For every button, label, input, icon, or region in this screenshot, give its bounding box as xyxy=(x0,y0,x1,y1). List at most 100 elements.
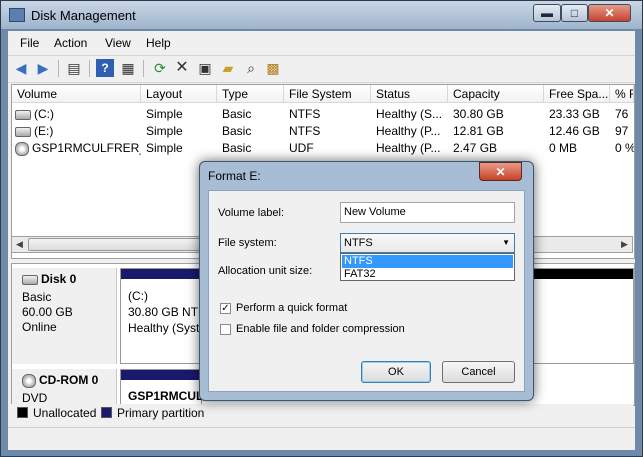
partition-color-bar xyxy=(121,269,201,279)
disk-type: Basic xyxy=(22,290,52,304)
refresh-icon[interactable]: ⟳ xyxy=(151,59,169,77)
partition-name: (C:) xyxy=(128,289,148,303)
cd-icon xyxy=(15,141,29,156)
partition-name: GSP1RMCULI xyxy=(128,389,201,403)
file-system-select[interactable]: NTFS ▼ xyxy=(340,233,515,253)
file-system-selected-value: NTFS xyxy=(344,237,373,249)
find-icon[interactable]: ⌕ xyxy=(242,59,260,77)
partition-c[interactable]: (C:) 30.80 GB NTFS Healthy (Syste xyxy=(120,268,213,364)
help-icon[interactable]: ? xyxy=(96,59,114,77)
volume-status: Healthy (S... xyxy=(376,107,443,121)
compression-label[interactable]: Enable file and folder compression xyxy=(236,323,405,335)
volume-row[interactable]: GSP1RMCULFRER_... Simple Basic UDF Healt… xyxy=(12,140,634,157)
status-bar xyxy=(8,427,635,450)
volume-name: (C:) xyxy=(34,107,54,121)
column-header-free-space[interactable]: Free Spa... xyxy=(544,85,610,103)
volume-status: Healthy (P... xyxy=(376,141,441,155)
window-title: Disk Management xyxy=(31,8,136,23)
title-bar[interactable]: Disk Management ▬ □ ✕ xyxy=(1,1,642,29)
disk-management-icon xyxy=(9,8,25,22)
console-tree-icon[interactable]: ▤ xyxy=(65,59,83,77)
volume-layout: Simple xyxy=(146,124,183,138)
properties-sheet-icon[interactable]: ▣ xyxy=(196,59,214,77)
volume-percent-free: 97 xyxy=(615,124,629,138)
column-header-capacity[interactable]: Capacity xyxy=(448,85,544,103)
disk-type: DVD xyxy=(22,391,48,405)
column-header-percent-free[interactable]: % F xyxy=(610,85,634,103)
volume-name: GSP1RMCULFRER_... xyxy=(32,141,141,155)
volume-type: Basic xyxy=(222,107,252,121)
volume-type: Basic xyxy=(222,141,252,155)
allocation-unit-caption: Allocation unit size: xyxy=(218,265,313,277)
disk-name: CD-ROM 0 xyxy=(39,373,99,387)
toolbar-separator xyxy=(89,60,90,77)
quick-format-label[interactable]: Perform a quick format xyxy=(236,302,347,314)
volume-file-system: NTFS xyxy=(289,107,321,121)
dialog-close-button[interactable]: ✕ xyxy=(479,162,522,181)
ok-button[interactable]: OK xyxy=(361,361,431,383)
maximize-button[interactable]: □ xyxy=(561,4,588,22)
legend-swatch-primary xyxy=(101,407,112,418)
compression-checkbox[interactable] xyxy=(220,324,231,335)
properties-icon[interactable]: ▦ xyxy=(119,59,137,77)
volume-label-caption: Volume label: xyxy=(218,207,285,219)
chevron-down-icon[interactable]: ▼ xyxy=(502,234,510,252)
back-icon[interactable]: ◀ xyxy=(12,59,30,77)
forward-icon[interactable]: ▶ xyxy=(34,59,52,77)
volume-layout: Simple xyxy=(146,141,183,155)
volume-row[interactable]: (C:) Simple Basic NTFS Healthy (S... 30.… xyxy=(12,106,634,123)
menu-file[interactable]: File xyxy=(20,36,39,50)
delete-icon[interactable]: ✕ xyxy=(173,59,191,77)
drive-icon xyxy=(15,126,31,137)
file-system-option-ntfs[interactable]: NTFS xyxy=(342,255,513,268)
open-icon[interactable]: ▰ xyxy=(219,59,237,77)
column-header-file-system[interactable]: File System xyxy=(284,85,371,103)
volume-free-space: 23.33 GB xyxy=(549,107,600,121)
disk-0-info[interactable]: Disk 0 Basic 60.00 GB Online xyxy=(12,268,117,364)
toolbar: ◀ ▶ ▤ ? ▦ ⟳ ✕ ▣ ▰ ⌕ ▩ xyxy=(8,55,635,83)
volume-free-space: 0 MB xyxy=(549,141,578,155)
file-system-dropdown[interactable]: NTFS FAT32 xyxy=(340,253,515,281)
dialog-title: Format E: xyxy=(208,169,261,183)
column-header-layout[interactable]: Layout xyxy=(141,85,217,103)
scroll-right-icon[interactable]: ▶ xyxy=(617,238,632,251)
scroll-left-icon[interactable]: ◀ xyxy=(12,238,27,251)
cdrom-0-info[interactable]: CD-ROM 0 DVD xyxy=(12,369,117,405)
volume-capacity: 2.47 GB xyxy=(453,141,498,155)
column-header-volume[interactable]: Volume xyxy=(12,85,141,103)
volume-capacity: 12.81 GB xyxy=(453,124,504,138)
format-dialog: Format E: ✕ Volume label: New Volume Fil… xyxy=(199,161,534,401)
legend-swatch-unallocated xyxy=(17,407,28,418)
menu-view[interactable]: View xyxy=(105,36,131,50)
cancel-button[interactable]: Cancel xyxy=(442,361,515,383)
disk-icon xyxy=(22,274,38,285)
toolbar-separator xyxy=(143,60,144,77)
close-button[interactable]: ✕ xyxy=(588,4,631,22)
menu-bar: File Action View Help xyxy=(8,31,635,54)
menu-action[interactable]: Action xyxy=(54,36,87,50)
column-header-status[interactable]: Status xyxy=(371,85,448,103)
volume-type: Basic xyxy=(222,124,252,138)
volume-row[interactable]: (E:) Simple Basic NTFS Healthy (P... 12.… xyxy=(12,123,634,140)
volume-status: Healthy (P... xyxy=(376,124,441,138)
partition-cdrom[interactable]: GSP1RMCULI xyxy=(120,369,202,405)
column-header-type[interactable]: Type xyxy=(217,85,284,103)
volume-free-space: 12.46 GB xyxy=(549,124,600,138)
volume-capacity: 30.80 GB xyxy=(453,107,504,121)
volume-percent-free: 76 xyxy=(615,107,629,121)
legend: Unallocated Primary partition xyxy=(11,404,633,422)
menu-help[interactable]: Help xyxy=(146,36,171,50)
legend-label-unallocated: Unallocated xyxy=(33,406,97,420)
volume-label-input[interactable]: New Volume xyxy=(340,202,515,223)
disk-name: Disk 0 xyxy=(41,272,77,286)
minimize-button[interactable]: ▬ xyxy=(533,4,561,22)
file-system-option-fat32[interactable]: FAT32 xyxy=(342,268,513,281)
disk-size: 60.00 GB xyxy=(22,305,73,319)
legend-label-primary: Primary partition xyxy=(117,406,205,420)
file-system-caption: File system: xyxy=(218,237,277,249)
volume-file-system: NTFS xyxy=(289,124,321,138)
disk-management-window: Disk Management ▬ □ ✕ File Action View H… xyxy=(0,0,643,457)
toolbar-separator xyxy=(58,60,59,77)
settings-icon[interactable]: ▩ xyxy=(264,59,282,77)
quick-format-checkbox[interactable]: ✓ xyxy=(220,303,231,314)
